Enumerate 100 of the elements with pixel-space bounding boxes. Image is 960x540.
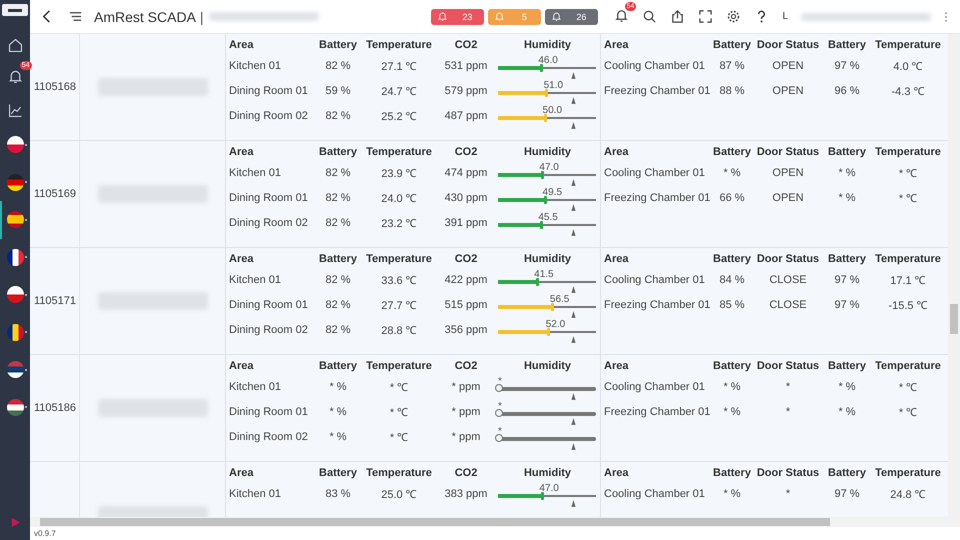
- title-separator: |: [200, 8, 204, 24]
- co2-value: 356 ppm: [444, 324, 488, 336]
- more-icon[interactable]: [944, 10, 948, 22]
- column-header: CO2: [454, 252, 478, 264]
- column-header: Battery: [827, 466, 867, 478]
- alarm-counter[interactable]: 23: [431, 8, 484, 24]
- co2-value: * ppm: [450, 380, 482, 392]
- share-icon[interactable]: [670, 9, 686, 24]
- column-header: Humidity: [522, 466, 572, 478]
- target-marker-icon: [570, 179, 576, 186]
- area-name: Kitchen 01: [229, 488, 282, 500]
- humidity-reading: 50.0: [542, 105, 562, 116]
- temperature-value: 27.1 ℃: [380, 60, 418, 73]
- co2-value: 391 ppm: [444, 216, 488, 228]
- battery-value: 83 %: [324, 488, 352, 500]
- column-header: Battery: [827, 360, 867, 372]
- battery-value: * %: [722, 380, 742, 392]
- co2-value: * ppm: [450, 406, 482, 418]
- column-header: Battery: [318, 360, 358, 372]
- door-status: CLOSE: [768, 298, 808, 310]
- chamber-name: Cooling Chamber 01: [604, 60, 706, 72]
- settings-icon[interactable]: [726, 9, 742, 24]
- user-initial[interactable]: L: [782, 11, 788, 22]
- alarm-counter[interactable]: 26: [545, 8, 598, 24]
- temperature-value: 24.0 ℃: [380, 192, 418, 205]
- chamber-name: Freezing Chamber 01: [604, 192, 710, 204]
- column-header: CO2: [454, 38, 478, 50]
- battery-value: * %: [722, 406, 742, 418]
- column-header: Battery: [712, 252, 752, 264]
- chamber-name: Cooling Chamber 01: [604, 380, 706, 392]
- door-status: *: [784, 380, 792, 392]
- language-flag-icon[interactable]: [0, 201, 30, 238]
- battery-value: * %: [837, 406, 857, 418]
- temperature-value: -4.3 ℃: [890, 85, 926, 98]
- column-header: Area: [229, 466, 254, 478]
- bell-icon[interactable]: [6, 68, 24, 85]
- logo-icon[interactable]: [2, 4, 28, 16]
- column-header: Door Status: [756, 466, 820, 478]
- bell-icon[interactable]: [614, 8, 630, 22]
- door-status: OPEN: [771, 84, 805, 96]
- column-header: Battery: [827, 146, 867, 158]
- column-header: Area: [229, 360, 254, 372]
- temperature-value: * ℃: [388, 381, 410, 394]
- temperature-value: * ℃: [898, 406, 918, 419]
- humidity-reading: 52.0: [546, 319, 566, 330]
- target-marker-icon: [570, 393, 576, 400]
- column-header: Humidity: [522, 360, 572, 372]
- column-header: CO2: [454, 146, 478, 158]
- battery-value: 97 %: [833, 60, 861, 72]
- chamber-name: Cooling Chamber 01: [604, 488, 706, 500]
- area-name: Dining Room 01: [229, 406, 309, 418]
- battery-value: 66 %: [718, 192, 746, 204]
- battery-value: 82 %: [324, 60, 352, 72]
- area-name: Kitchen 01: [229, 380, 282, 392]
- menu-icon[interactable]: [68, 9, 83, 24]
- battery-value: 82 %: [324, 324, 352, 336]
- target-marker-icon: [570, 311, 576, 318]
- column-header: Humidity: [522, 146, 572, 158]
- column-header: CO2: [454, 360, 478, 372]
- column-header: Temperature: [365, 146, 433, 158]
- column-header: Area: [229, 146, 254, 158]
- chamber-name: Cooling Chamber 01: [604, 274, 706, 286]
- co2-value: 430 ppm: [444, 192, 488, 204]
- battery-value: 97 %: [833, 274, 861, 286]
- battery-value: * %: [837, 380, 857, 392]
- humidity-reading: 41.5: [534, 269, 554, 280]
- column-header: Area: [604, 360, 630, 372]
- column-header: Area: [604, 38, 630, 50]
- column-header: Area: [229, 252, 254, 264]
- battery-value: 96 %: [833, 84, 861, 96]
- humidity-reading: *: [498, 401, 502, 412]
- vertical-scrollbar[interactable]: [948, 34, 960, 517]
- battery-value: 97 %: [833, 298, 861, 310]
- version-label: v0.9.7: [34, 529, 56, 538]
- co2-value: 579 ppm: [444, 84, 488, 96]
- chamber-name: Cooling Chamber 01: [604, 166, 706, 178]
- area-name: Dining Room 02: [229, 110, 309, 122]
- humidity-reading: 49.5: [542, 187, 562, 198]
- column-header: Temperature: [874, 146, 942, 158]
- humidity-reading: 45.5: [538, 212, 558, 223]
- home-icon[interactable]: [6, 37, 24, 54]
- door-status: *: [784, 488, 792, 500]
- horizontal-scrollbar[interactable]: [30, 517, 960, 527]
- search-icon[interactable]: [642, 9, 658, 24]
- line-chart-icon[interactable]: [6, 102, 24, 119]
- temperature-value: 28.8 ℃: [380, 324, 418, 337]
- target-marker-icon: [570, 122, 576, 129]
- battery-value: * %: [328, 430, 348, 442]
- area-name: Dining Room 02: [229, 216, 309, 228]
- target-marker-icon: [570, 286, 576, 293]
- column-header: Battery: [318, 252, 358, 264]
- humidity-reading: 51.0: [544, 80, 564, 91]
- column-header: Area: [604, 146, 630, 158]
- target-marker-icon: [570, 72, 576, 79]
- battery-value: * %: [837, 192, 857, 204]
- fullscreen-icon[interactable]: [698, 9, 714, 24]
- column-header: Temperature: [874, 466, 942, 478]
- column-header: Humidity: [522, 38, 572, 50]
- column-header: Temperature: [874, 360, 942, 372]
- battery-value: * %: [722, 488, 742, 500]
